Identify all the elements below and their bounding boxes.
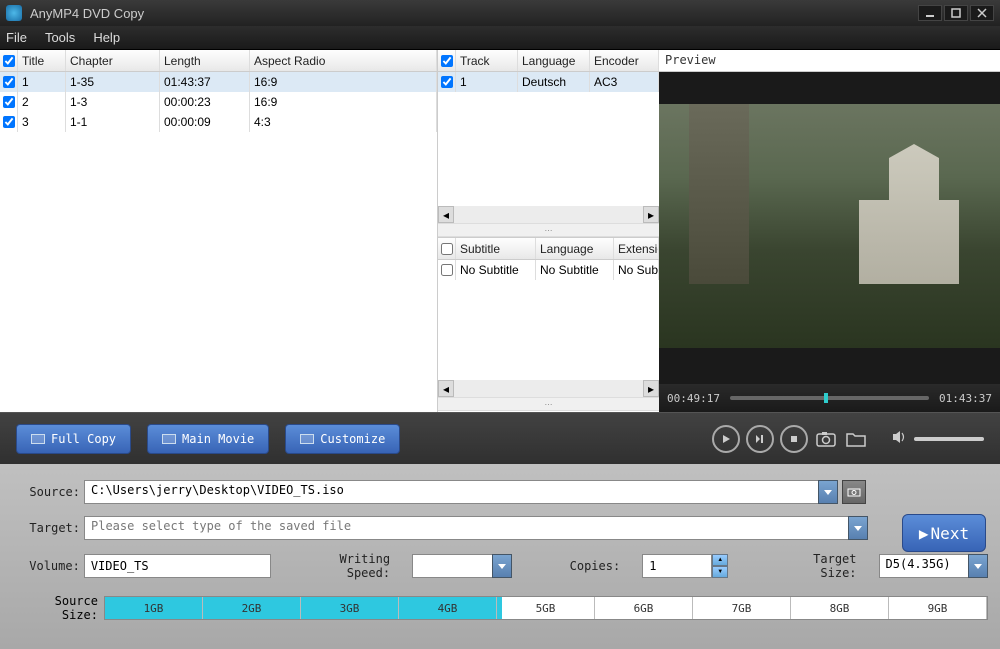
scroll-left-icon[interactable]: ◂ xyxy=(438,380,454,397)
header-subtitle[interactable]: Subtitle xyxy=(456,238,536,259)
copies-down-button[interactable]: ▼ xyxy=(712,566,728,578)
preview-seekbar[interactable] xyxy=(730,396,929,400)
target-size-label: Target Size: xyxy=(770,552,860,580)
preview-video[interactable] xyxy=(659,104,1000,348)
source-label: Source: xyxy=(12,485,84,499)
target-size-arrow-icon[interactable] xyxy=(968,554,988,578)
full-copy-icon xyxy=(31,434,45,444)
preview-panel: Preview 00:49:17 01:43:37 xyxy=(659,50,1000,412)
header-length[interactable]: Length xyxy=(160,50,250,71)
target-label: Target: xyxy=(12,521,84,535)
row-checkbox[interactable] xyxy=(441,264,453,276)
preview-letterbox-top xyxy=(659,72,1000,104)
volume-label: Volume: xyxy=(12,559,84,573)
volume-input[interactable] xyxy=(84,554,272,578)
title-select-all[interactable] xyxy=(3,55,15,67)
full-copy-button[interactable]: Full Copy xyxy=(16,424,131,454)
next-arrow-icon: ▶ xyxy=(919,524,929,543)
volume-slider[interactable] xyxy=(914,437,984,441)
table-row[interactable]: 2 1-3 00:00:23 16:9 xyxy=(0,92,437,112)
scroll-track[interactable] xyxy=(454,206,643,223)
main-movie-button[interactable]: Main Movie xyxy=(147,424,269,454)
splitter-handle[interactable]: ⋯ xyxy=(438,397,659,411)
row-checkbox[interactable] xyxy=(3,76,15,88)
source-dropdown-arrow-icon[interactable] xyxy=(818,480,838,504)
header-title[interactable]: Title xyxy=(18,50,66,71)
browse-source-button[interactable] xyxy=(842,480,866,504)
copies-label: Copies: xyxy=(570,559,625,573)
menu-tools[interactable]: Tools xyxy=(45,30,75,45)
scroll-right-icon[interactable]: ▸ xyxy=(643,380,659,397)
preview-total-time: 01:43:37 xyxy=(939,392,992,405)
stop-button[interactable] xyxy=(780,425,808,453)
scroll-right-icon[interactable]: ▸ xyxy=(643,206,659,223)
form-area: Source: C:\Users\jerry\Desktop\VIDEO_TS.… xyxy=(0,464,1000,649)
header-encoder[interactable]: Encoder xyxy=(590,50,659,71)
customize-button[interactable]: Customize xyxy=(285,424,400,454)
row-checkbox[interactable] xyxy=(3,96,15,108)
table-row[interactable]: 1 Deutsch AC3 xyxy=(438,72,659,92)
play-button[interactable] xyxy=(712,425,740,453)
preview-label: Preview xyxy=(659,50,1000,72)
scroll-track[interactable] xyxy=(454,380,643,397)
source-input[interactable]: C:\Users\jerry\Desktop\VIDEO_TS.iso xyxy=(84,480,818,504)
writing-speed-label: Writing Speed: xyxy=(289,552,394,580)
header-aspect[interactable]: Aspect Radio xyxy=(250,50,437,71)
table-row[interactable]: 1 1-35 01:43:37 16:9 xyxy=(0,72,437,92)
app-logo-icon xyxy=(6,5,22,21)
maximize-button[interactable] xyxy=(944,5,968,21)
row-checkbox[interactable] xyxy=(3,116,15,128)
customize-icon xyxy=(300,434,314,444)
header-chapter[interactable]: Chapter xyxy=(66,50,160,71)
table-row[interactable]: No Subtitle No Subtitle No Subtitle xyxy=(438,260,659,280)
toolbar: Full Copy Main Movie Customize xyxy=(0,412,1000,464)
next-frame-button[interactable] xyxy=(746,425,774,453)
row-checkbox[interactable] xyxy=(441,76,453,88)
app-title: AnyMP4 DVD Copy xyxy=(30,6,144,21)
track-select-all[interactable] xyxy=(441,55,453,67)
main-movie-icon xyxy=(162,434,176,444)
menubar: File Tools Help xyxy=(0,26,1000,50)
titlebar: AnyMP4 DVD Copy xyxy=(0,0,1000,26)
scroll-left-icon[interactable]: ◂ xyxy=(438,206,454,223)
writing-speed-input[interactable] xyxy=(412,554,492,578)
menu-help[interactable]: Help xyxy=(93,30,120,45)
writing-speed-arrow-icon[interactable] xyxy=(492,554,512,578)
copies-input[interactable] xyxy=(642,554,712,578)
menu-file[interactable]: File xyxy=(6,30,27,45)
title-list: Title Chapter Length Aspect Radio 1 1-35… xyxy=(0,50,437,412)
open-folder-button[interactable] xyxy=(844,428,868,450)
target-input[interactable]: Please select type of the saved file xyxy=(84,516,848,540)
copies-up-button[interactable]: ▲ xyxy=(712,554,728,566)
track-subtitle-panel: Track Language Encoder 1 Deutsch AC3 ◂ ▸… xyxy=(437,50,659,412)
snapshot-button[interactable] xyxy=(814,428,838,450)
target-dropdown-arrow-icon[interactable] xyxy=(848,516,868,540)
header-language[interactable]: Language xyxy=(518,50,590,71)
header-extension[interactable]: Extension xyxy=(614,238,659,259)
preview-current-time: 00:49:17 xyxy=(667,392,720,405)
splitter-handle[interactable]: ⋯ xyxy=(438,223,659,237)
volume-icon[interactable] xyxy=(892,430,908,447)
source-size-bar: 1GB 2GB 3GB 4GB 5GB 6GB 7GB 8GB 9GB xyxy=(104,596,988,620)
minimize-button[interactable] xyxy=(918,5,942,21)
preview-letterbox-bottom xyxy=(659,348,1000,384)
table-row[interactable]: 3 1-1 00:00:09 4:3 xyxy=(0,112,437,132)
header-sub-language[interactable]: Language xyxy=(536,238,614,259)
next-button[interactable]: ▶Next xyxy=(902,514,986,552)
source-size-label: Source Size: xyxy=(12,594,104,622)
close-button[interactable] xyxy=(970,5,994,21)
subtitle-select-all[interactable] xyxy=(441,243,453,255)
target-size-input[interactable]: D5(4.35G) xyxy=(879,554,969,578)
header-track[interactable]: Track xyxy=(456,50,518,71)
